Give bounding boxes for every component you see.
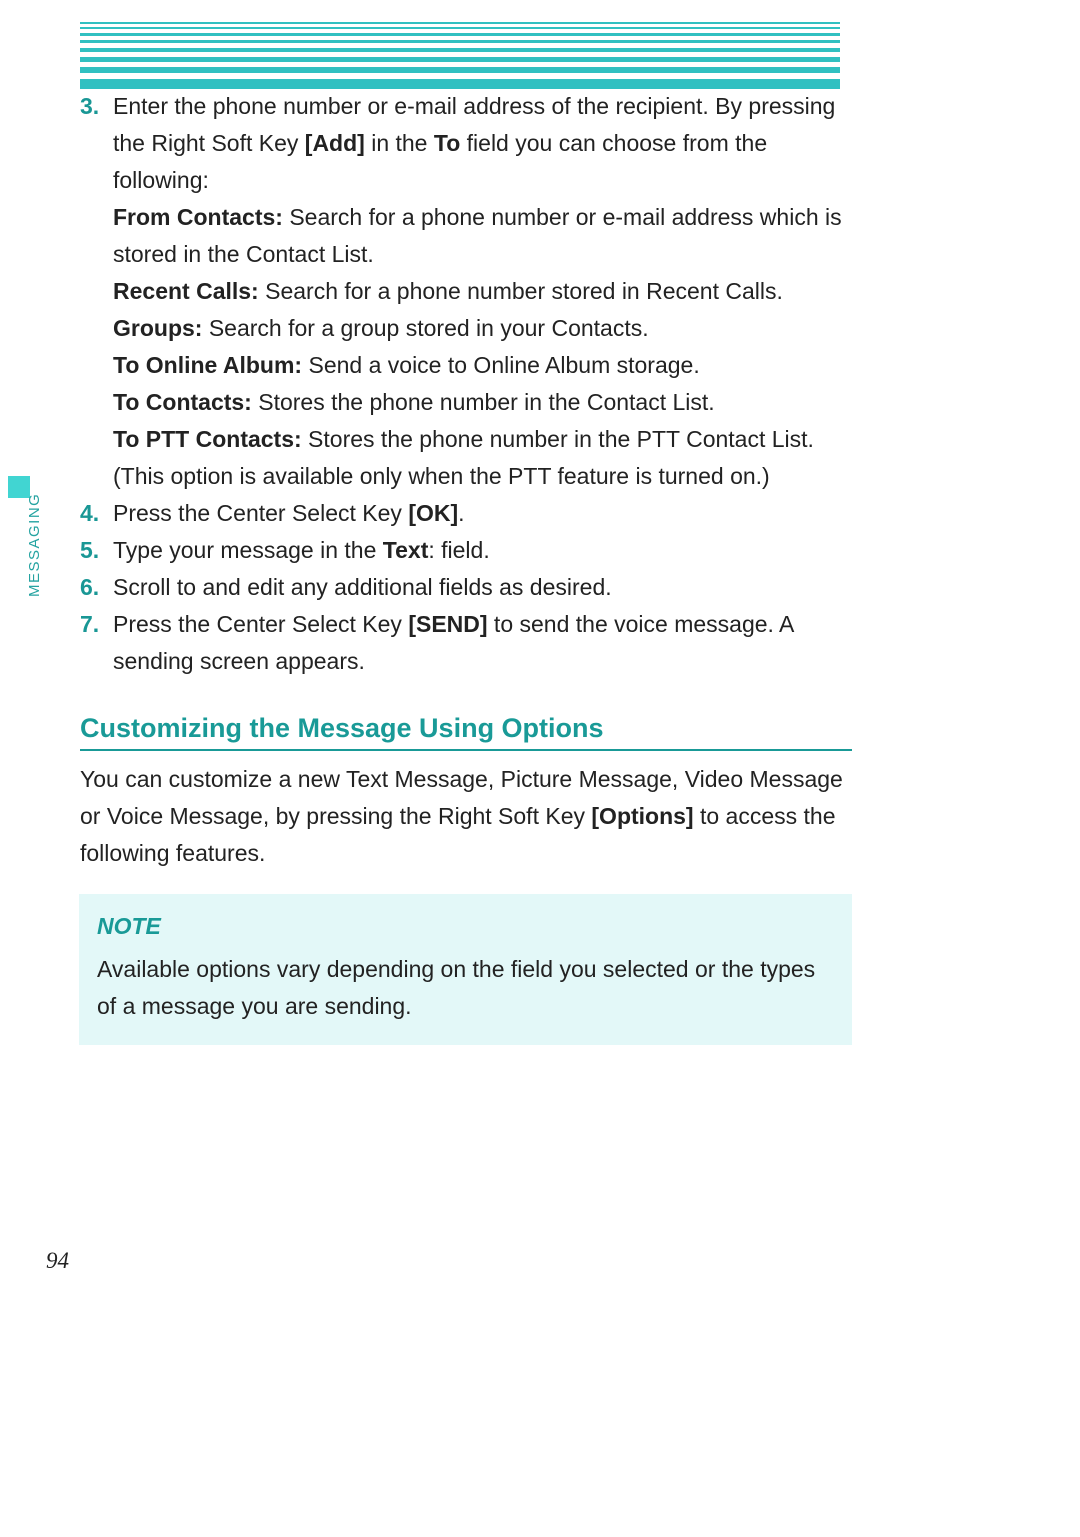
text: Send a voice to Online Album storage.: [302, 352, 700, 378]
option-label: Groups:: [113, 315, 202, 341]
text: Press the Center Select Key: [113, 611, 408, 637]
step-text: Scroll to and edit any additional fields…: [113, 569, 852, 606]
field-label: Text: [383, 537, 429, 563]
text: in the: [365, 130, 434, 156]
text: Search for a phone number stored in Rece…: [259, 278, 783, 304]
step-text: Press the Center Select Key [OK].: [113, 495, 852, 532]
key-label: [OK]: [408, 500, 458, 526]
key-label: [SEND]: [408, 611, 487, 637]
text: .: [458, 500, 464, 526]
key-label: [Options]: [591, 803, 693, 829]
step-number: 4.: [80, 495, 113, 532]
section-title: Customizing the Message Using Options: [80, 710, 852, 751]
option-label: To PTT Contacts:: [113, 426, 302, 452]
option-label: Recent Calls:: [113, 278, 259, 304]
step-number: 7.: [80, 606, 113, 680]
note-body: Available options vary depending on the …: [97, 951, 834, 1025]
text: Press the Center Select Key: [113, 500, 408, 526]
page-number: 94: [46, 1248, 69, 1274]
step-4: 4. Press the Center Select Key [OK].: [80, 495, 852, 532]
text: Type your message in the: [113, 537, 383, 563]
text: Stores the phone number in the Contact L…: [252, 389, 715, 415]
step-5: 5. Type your message in the Text: field.: [80, 532, 852, 569]
step-text: Type your message in the Text: field.: [113, 532, 852, 569]
key-label: [Add]: [305, 130, 365, 156]
step-number: 3.: [80, 88, 113, 495]
note-box: NOTE Available options vary depending on…: [79, 894, 852, 1045]
note-title: NOTE: [97, 908, 834, 945]
step-6: 6. Scroll to and edit any additional fie…: [80, 569, 852, 606]
section-body: You can customize a new Text Message, Pi…: [80, 761, 852, 872]
sidebar-label: MESSAGING: [26, 493, 43, 597]
step-number: 5.: [80, 532, 113, 569]
option-label: To Contacts:: [113, 389, 252, 415]
text: Search for a group stored in your Contac…: [202, 315, 648, 341]
option-label: From Contacts:: [113, 204, 283, 230]
step-text: Enter the phone number or e-mail address…: [113, 88, 852, 495]
step-3: 3. Enter the phone number or e-mail addr…: [80, 88, 852, 495]
sidebar-tab: MESSAGING: [8, 476, 44, 621]
text: : field.: [428, 537, 489, 563]
step-number: 6.: [80, 569, 113, 606]
step-7: 7. Press the Center Select Key [SEND] to…: [80, 606, 852, 680]
header-stripes: [80, 22, 840, 80]
field-label: To: [434, 130, 460, 156]
page-content: 3. Enter the phone number or e-mail addr…: [80, 88, 852, 1045]
option-label: To Online Album:: [113, 352, 302, 378]
step-text: Press the Center Select Key [SEND] to se…: [113, 606, 852, 680]
